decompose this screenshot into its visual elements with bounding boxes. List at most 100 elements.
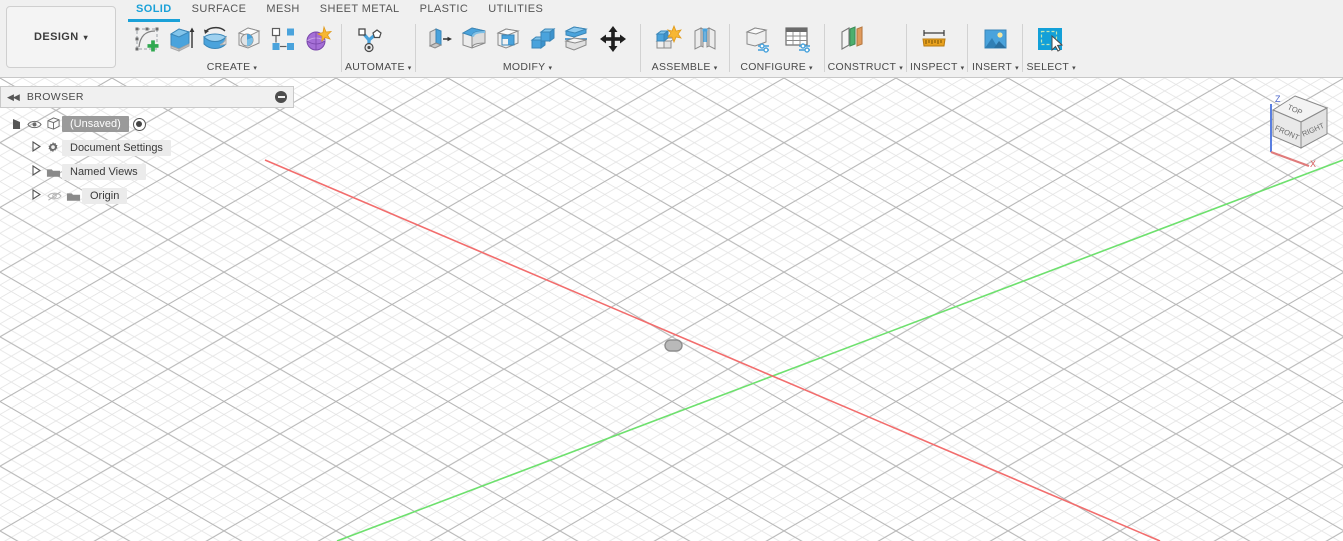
pattern-icon[interactable] [266,21,300,57]
create-sketch-icon[interactable] [130,21,164,57]
panel-automate: AUTOMATE ▾ [345,20,412,78]
collapse-panel-icon[interactable]: ◀◀ [7,92,20,103]
tab-label: SOLID [136,3,172,15]
expander-closed-icon[interactable] [28,188,44,203]
activate-component-radio[interactable] [132,117,146,131]
panel-construct-icons [828,20,903,58]
panel-construct-label[interactable]: CONSTRUCT ▾ [828,58,903,78]
split-face-icon[interactable] [559,21,593,57]
panel-inspect-label[interactable]: INSPECT ▾ [910,58,964,78]
origin-marker[interactable] [664,339,683,352]
panel-select-label[interactable]: SELECT ▾ [1026,58,1075,78]
folder-icon [44,166,62,179]
minimize-icon[interactable] [275,91,287,103]
panel-insert-icons [971,20,1019,58]
combine-icon[interactable] [525,21,559,57]
chevron-down-icon: ▾ [407,65,412,72]
tab-plastic[interactable]: PLASTIC [410,0,479,20]
press-pull-icon[interactable] [423,21,457,57]
tab-solid[interactable]: SOLID [126,0,182,22]
panel-assemble-icons [644,20,726,58]
tree-node-document-settings[interactable]: Document Settings [0,136,294,160]
browser-header: ◀◀ BROWSER [0,86,294,108]
tree-node-label: (Unsaved) [62,116,129,132]
fusion-app-window: DESIGN ▾ SOLID SURFACE MESH SHEET METAL [0,0,1343,541]
chevron-down-icon: ▾ [83,32,88,42]
select-window-icon[interactable] [1030,21,1070,57]
tab-surface[interactable]: SURFACE [182,0,257,20]
revolve-icon[interactable] [198,21,232,57]
panel-inspect-icons [910,20,964,58]
panel-create-icons [126,20,338,58]
move-copy-icon[interactable] [593,21,633,57]
visibility-eye-off-icon[interactable] [44,190,64,202]
tab-mesh[interactable]: MESH [256,0,309,20]
panel-divider [1022,24,1024,72]
panel-label-text: ASSEMBLE [651,61,711,73]
gear-icon [44,141,62,155]
tab-label: UTILITIES [488,3,544,15]
view-cube[interactable]: Z X TOP FRONT RIGHT [1251,82,1337,170]
tab-label: PLASTIC [419,3,469,15]
panel-insert-label[interactable]: INSERT ▾ [971,58,1019,78]
configure-component-icon[interactable] [737,21,777,57]
workspace-switcher-button[interactable]: DESIGN ▾ [6,6,116,68]
chevron-down-icon: ▾ [1072,65,1076,72]
panel-modify-icons [419,20,637,58]
panel-divider [341,24,342,72]
panel-insert: INSERT ▾ [971,20,1019,78]
panel-construct: CONSTRUCT ▾ [828,20,903,78]
tab-utilities[interactable]: UTILITIES [478,0,553,20]
expander-closed-icon[interactable] [28,140,44,155]
visibility-eye-icon[interactable] [24,119,44,130]
mesh-create-icon[interactable] [300,21,334,57]
chevron-down-icon: ▾ [899,65,904,72]
panel-configure-label[interactable]: CONFIGURE ▾ [733,58,821,78]
expander-closed-icon[interactable] [28,164,44,179]
tree-node-unsaved[interactable]: (Unsaved) [0,112,294,136]
panel-automate-label[interactable]: AUTOMATE ▾ [345,58,412,78]
panel-select-icons [1026,20,1075,58]
measure-icon[interactable] [914,21,954,57]
panel-assemble: ASSEMBLE ▾ [644,20,726,78]
offset-plane-icon[interactable] [832,21,872,57]
sphere-icon[interactable] [232,21,266,57]
tree-node-origin[interactable]: Origin [0,184,294,208]
insert-image-icon[interactable] [975,21,1015,57]
extrude-icon[interactable] [164,21,198,57]
panel-automate-icons [345,20,412,58]
ribbon: SOLID SURFACE MESH SHEET METAL PLASTIC U… [126,0,1343,78]
automate-icon[interactable] [349,21,389,57]
panel-select: SELECT ▾ [1026,20,1076,78]
panel-label-text: MODIFY [502,61,546,73]
component-icon [44,117,62,131]
panel-configure-icons [733,20,821,58]
joint-icon[interactable] [688,21,722,57]
workspace-switcher-label: DESIGN [34,31,79,43]
panel-label-text: CREATE [206,61,251,73]
tab-sheet-metal[interactable]: SHEET METAL [310,0,410,20]
new-component-icon[interactable] [648,21,688,57]
browser-panel: ◀◀ BROWSER (Unsaved) Document Settings N… [0,86,294,208]
chevron-down-icon: ▾ [960,65,965,72]
panel-label-text: INSERT [972,61,1013,73]
panel-label-text: SELECT [1026,61,1070,73]
configuration-table-icon[interactable] [777,21,817,57]
panel-assemble-label[interactable]: ASSEMBLE ▾ [644,58,726,78]
panel-create: CREATE ▾ [126,20,338,78]
ribbon-panels: CREATE ▾ AUTOMATE ▾ MODIFY ▾ ASSEMBLE ▾ … [126,20,1076,78]
tree-node-label: Document Settings [62,140,171,156]
fillet-icon[interactable] [457,21,491,57]
chevron-down-icon: ▾ [809,65,813,72]
tree-node-label: Named Views [62,164,146,180]
panel-configure: CONFIGURE ▾ [733,20,821,78]
ribbon-toolbar: DESIGN ▾ SOLID SURFACE MESH SHEET METAL [0,0,1343,78]
panel-inspect: INSPECT ▾ [910,20,964,78]
chevron-down-icon: ▾ [548,65,553,72]
panel-create-label[interactable]: CREATE ▾ [126,58,338,78]
chevron-down-icon: ▾ [1015,65,1019,72]
expander-open-icon[interactable] [8,119,24,129]
panel-modify-label[interactable]: MODIFY ▾ [419,58,637,78]
tree-node-named-views[interactable]: Named Views [0,160,294,184]
shell-icon[interactable] [491,21,525,57]
